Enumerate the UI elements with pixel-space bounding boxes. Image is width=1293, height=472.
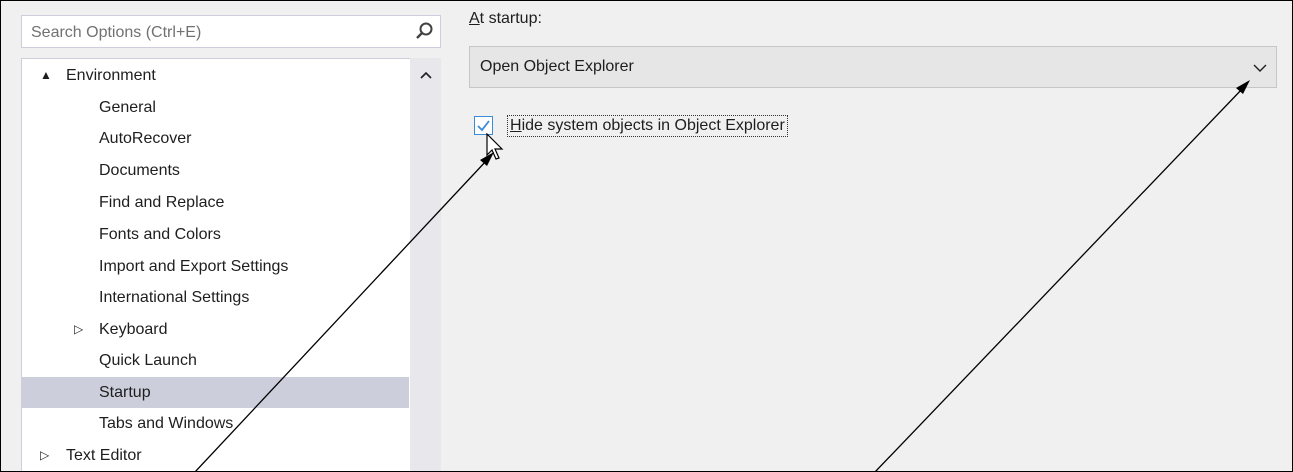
- search-icon[interactable]: [414, 21, 434, 41]
- expand-icon[interactable]: ▷: [74, 314, 83, 345]
- expand-icon[interactable]: ▷: [40, 440, 49, 471]
- at-startup-dropdown[interactable]: Open Object Explorer: [469, 46, 1277, 88]
- tree-item-label: Fonts and Colors: [99, 226, 221, 243]
- scroll-up-button[interactable]: [412, 63, 440, 87]
- tree-item-label: Environment: [66, 67, 156, 84]
- search-input[interactable]: Search Options (Ctrl+E): [21, 15, 441, 48]
- tree-item-label: Quick Launch: [99, 352, 197, 369]
- tree-item-keyboard[interactable]: ▷ Keyboard: [22, 314, 409, 345]
- mnemonic-h: H: [510, 117, 522, 134]
- tree-scrollbar[interactable]: [410, 58, 441, 471]
- tree-item-find-and-replace[interactable]: Find and Replace: [22, 187, 409, 218]
- tree-item-startup[interactable]: Startup: [22, 377, 409, 408]
- tree-item-environment[interactable]: ▲ Environment: [22, 60, 409, 91]
- tree-item-import-export-settings[interactable]: Import and Export Settings: [22, 251, 409, 282]
- tree-item-label: AutoRecover: [99, 130, 192, 147]
- tree-item-label: General: [99, 99, 156, 116]
- at-startup-selected-value: Open Object Explorer: [480, 58, 634, 75]
- tree-item-general[interactable]: General: [22, 92, 409, 123]
- at-startup-label: At startup:: [469, 10, 542, 28]
- search-placeholder: Search Options (Ctrl+E): [31, 24, 202, 41]
- tree-item-fonts-and-colors[interactable]: Fonts and Colors: [22, 219, 409, 250]
- collapse-icon[interactable]: ▲: [40, 60, 52, 91]
- tree-item-autorecover[interactable]: AutoRecover: [22, 123, 409, 154]
- tree-item-label: Tabs and Windows: [99, 415, 234, 432]
- tree-item-label: Documents: [99, 162, 180, 179]
- checkmark-icon: [477, 120, 490, 132]
- tree-item-international-settings[interactable]: International Settings: [22, 282, 409, 313]
- tree-item-label: Import and Export Settings: [99, 258, 289, 275]
- mnemonic-a: A: [469, 10, 480, 27]
- chevron-up-icon: [420, 71, 432, 79]
- mouse-cursor-icon: [486, 133, 504, 160]
- hide-system-objects-label[interactable]: Hide system objects in Object Explorer: [507, 115, 788, 137]
- options-dialog: Search Options (Ctrl+E) ▲ Environment Ge…: [0, 0, 1293, 472]
- tree-item-label: Text Editor: [66, 447, 142, 464]
- tree-item-quick-launch[interactable]: Quick Launch: [22, 345, 409, 376]
- tree-item-label: International Settings: [99, 289, 250, 306]
- tree-item-label: Keyboard: [99, 321, 168, 338]
- at-startup-label-text: t startup:: [479, 10, 542, 27]
- tree-item-text-editor[interactable]: ▷ Text Editor: [22, 440, 409, 471]
- tree-item-label: Find and Replace: [99, 194, 225, 211]
- tree-item-label: Startup: [99, 384, 151, 401]
- hide-system-objects-label-text: ide system objects in Object Explorer: [521, 117, 785, 134]
- tree-item-tabs-and-windows[interactable]: Tabs and Windows: [22, 408, 409, 439]
- chevron-down-icon[interactable]: [1252, 60, 1268, 76]
- tree-item-documents[interactable]: Documents: [22, 155, 409, 186]
